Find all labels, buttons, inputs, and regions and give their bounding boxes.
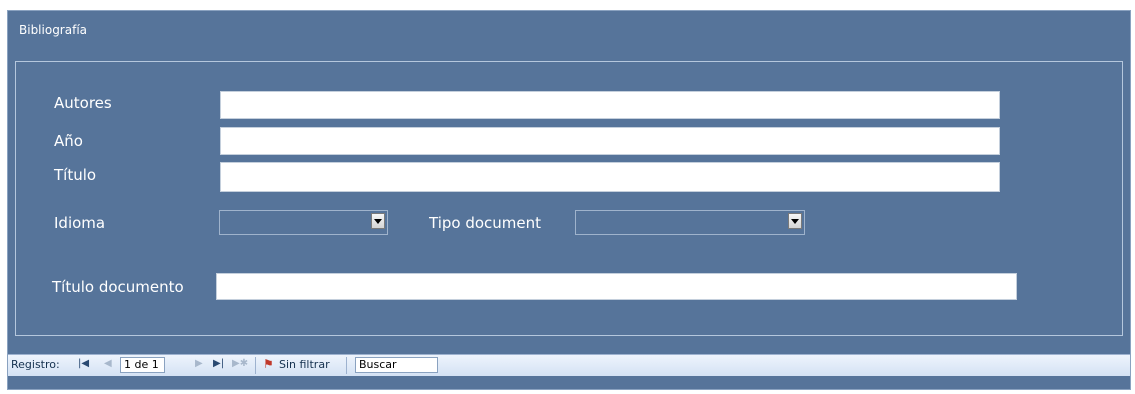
next-record-icon[interactable]: ▶	[195, 358, 203, 369]
autores-input[interactable]	[220, 91, 1000, 119]
form-title: Bibliografía	[19, 23, 88, 37]
anio-input[interactable]	[220, 127, 1000, 155]
idioma-label: Idioma	[54, 214, 106, 232]
anio-label: Año	[54, 132, 83, 150]
separator	[255, 357, 256, 374]
chevron-down-icon	[791, 218, 799, 224]
chevron-down-icon	[374, 218, 382, 224]
tipo-documento-combo[interactable]	[575, 210, 805, 235]
bibliografia-form: Bibliografía Autores Año Título Idioma T…	[7, 10, 1131, 390]
last-record-icon[interactable]: ▶|	[213, 358, 224, 369]
filter-off-icon[interactable]: ⚑	[263, 357, 274, 371]
tipo-documento-label: Tipo document	[429, 214, 542, 232]
tipo-documento-dropdown-button[interactable]	[788, 213, 802, 229]
idioma-dropdown-button[interactable]	[371, 213, 385, 229]
separator	[346, 357, 347, 374]
new-record-icon[interactable]: ▶✱	[232, 358, 248, 369]
search-input[interactable]: Buscar	[355, 357, 438, 373]
record-navigation-bar: Registro: |◀ ◀ 1 de 1 ▶ ▶| ▶✱ ⚑ Sin filt…	[8, 354, 1130, 376]
record-number-input[interactable]: 1 de 1	[120, 357, 165, 373]
idioma-combo[interactable]	[219, 210, 388, 235]
titulo-documento-label: Título documento	[52, 278, 184, 296]
record-label: Registro:	[11, 358, 60, 371]
titulo-label: Título	[54, 166, 97, 184]
autores-label: Autores	[54, 94, 112, 112]
filter-status-button[interactable]: Sin filtrar	[279, 358, 330, 371]
titulo-input[interactable]	[220, 162, 1000, 192]
first-record-icon[interactable]: |◀	[78, 358, 89, 369]
titulo-documento-input[interactable]	[216, 273, 1017, 300]
prev-record-icon[interactable]: ◀	[104, 358, 112, 369]
